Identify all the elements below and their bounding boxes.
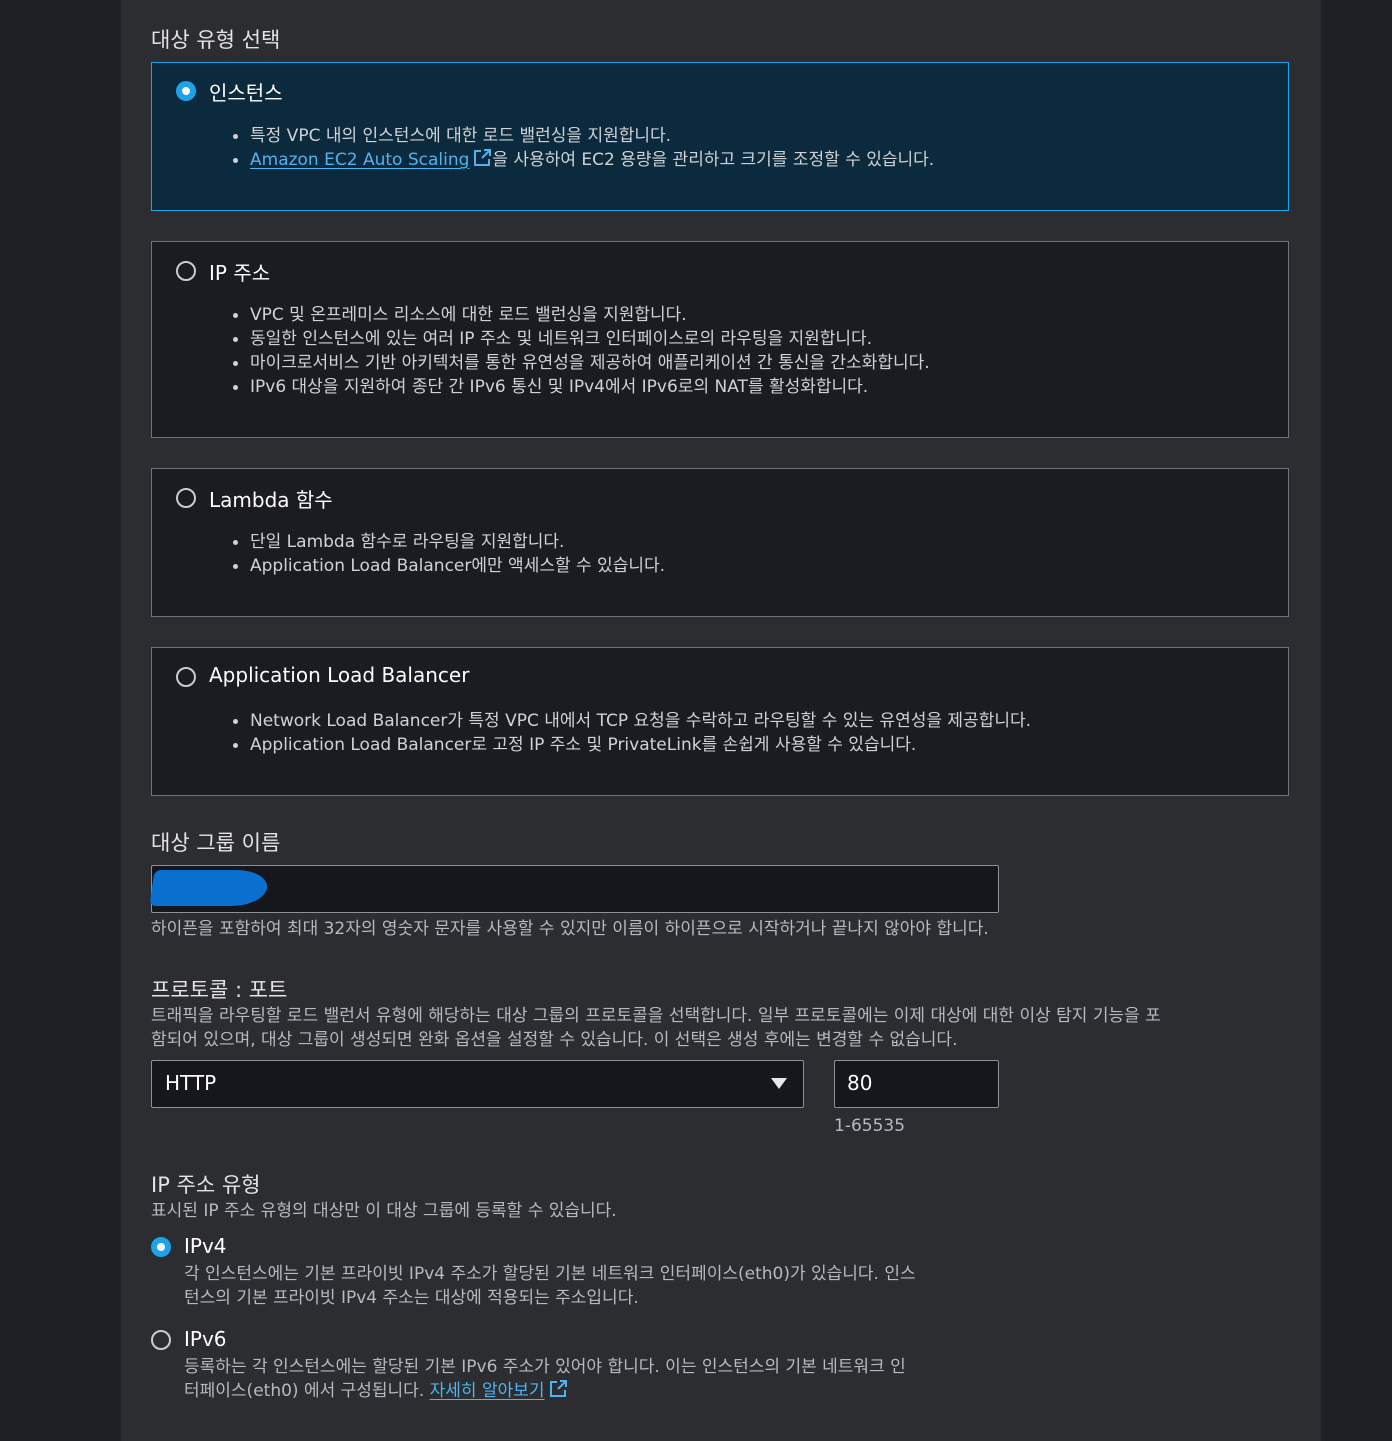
bullet-autoscaling: Amazon EC2 Auto Scaling 을 사용하여 EC2 용량을 관리… [232,148,935,172]
port-value: 80 [847,1071,873,1095]
radio-ipv4[interactable] [151,1237,171,1257]
group-name-input[interactable] [149,865,999,913]
radio-alb[interactable] [176,667,196,687]
caret-down-icon [771,1078,787,1089]
target-type-option-instance[interactable]: 인스턴스 특정 VPC 내의 인스턴스에 대한 로드 밸런싱을 지원합니다. A… [151,62,1289,211]
ipv6-description-line2: 터페이스(eth0) 에서 구성됩니다. 자세히 알아보기 [184,1379,906,1403]
bullet: 마이크로서비스 기반 아키텍처를 통한 유연성을 제공하여 애플리케이션 간 통… [233,353,930,373]
protocol-description-line: 함되어 있으며, 대상 그룹이 생성되면 완화 옵션을 설정할 수 있습니다. … [151,1030,958,1050]
radio-ip[interactable] [176,261,196,281]
bullet: VPC 및 온프레미스 리소스에 대한 로드 밸런싱을 지원합니다. [233,303,930,327]
radio-ipv6[interactable] [151,1330,171,1350]
option-bullets: 단일 Lambda 함수로 라우팅을 지원합니다. Application Lo… [232,530,666,578]
bullet: Application Load Balancer로 고정 IP 주소 및 Pr… [232,733,1031,757]
option-label: Application Load Balancer [209,663,470,687]
learn-more-link[interactable]: 자세히 알아보기 [430,1381,545,1401]
port-range-hint: 1-65535 [834,1116,906,1136]
external-link-icon[interactable] [472,148,492,168]
port-input[interactable]: 80 [834,1060,999,1108]
option-bullets: 특정 VPC 내의 인스턴스에 대한 로드 밸런싱을 지원합니다. Amazon… [232,124,935,172]
option-bullets: VPC 및 온프레미스 리소스에 대한 로드 밸런싱을 지원합니다. 동일한 인… [233,303,930,399]
group-name-help: 하이픈을 포함하여 최대 32자의 영숫자 문자를 사용할 수 있지만 이름이 … [151,919,989,939]
bullet-text: 을 사용하여 EC2 용량을 관리하고 크기를 조정할 수 있습니다. [492,150,935,170]
bullet: Application Load Balancer에만 액세스할 수 있습니다. [232,556,666,576]
bullet: Network Load Balancer가 특정 VPC 내에서 TCP 요청… [232,711,1032,731]
ipv6-description: 등록하는 각 인스턴스에는 할당된 기본 IPv6 주소가 있어야 합니다. 이… [184,1355,906,1403]
redaction-mark [149,870,270,906]
ipv6-description-line: 등록하는 각 인스턴스에는 할당된 기본 IPv6 주소가 있어야 합니다. 이… [184,1357,906,1377]
option-label: 인스턴스 [209,81,283,105]
ipv4-description-line: 턴스의 기본 프라이빗 IPv4 주소는 대상에 적용되는 주소입니다. [184,1288,639,1308]
option-label: Lambda 함수 [209,488,333,512]
target-type-option-alb[interactable]: Application Load Balancer Network Load B… [151,647,1289,796]
protocol-description: 트래픽을 라우팅할 로드 밸런서 유형에 해당하는 대상 그룹의 프로토콜을 선… [151,1004,1161,1052]
protocol-port-heading: 프로토콜 : 포트 [151,978,288,1002]
target-type-heading: 대상 유형 선택 [151,28,281,52]
bullet: IPv6 대상을 지원하여 종단 간 IPv6 통신 및 IPv4에서 IPv6… [233,375,930,399]
bullet: 특정 VPC 내의 인스턴스에 대한 로드 밸런싱을 지원합니다. [232,124,934,148]
external-link-icon[interactable] [548,1379,568,1399]
protocol-value: HTTP [165,1071,217,1095]
target-type-option-lambda[interactable]: Lambda 함수 단일 Lambda 함수로 라우팅을 지원합니다. Appl… [151,468,1289,617]
protocol-description-line: 트래픽을 라우팅할 로드 밸런서 유형에 해당하는 대상 그룹의 프로토콜을 선… [151,1006,1161,1026]
ipv4-description: 각 인스턴스에는 기본 프라이빗 IPv4 주소가 할당된 기본 네트워크 인터… [184,1262,916,1310]
ipv6-description-text: 터페이스(eth0) 에서 구성됩니다. [184,1381,425,1401]
radio-instance[interactable] [176,81,196,101]
target-type-option-ip[interactable]: IP 주소 VPC 및 온프레미스 리소스에 대한 로드 밸런싱을 지원합니다.… [151,241,1289,438]
bullet: 단일 Lambda 함수로 라우팅을 지원합니다. [232,530,665,554]
ip-type-heading: IP 주소 유형 [151,1173,261,1197]
autoscaling-link[interactable]: Amazon EC2 Auto Scaling [250,150,469,170]
ip-type-description: 표시된 IP 주소 유형의 대상만 이 대상 그룹에 등록할 수 있습니다. [151,1201,617,1221]
bullet: 동일한 인스턴스에 있는 여러 IP 주소 및 네트워크 인터페이스로의 라우팅… [233,327,930,351]
ipv4-label[interactable]: IPv4 [184,1234,227,1258]
radio-lambda[interactable] [176,488,196,508]
protocol-select[interactable]: HTTP [151,1060,804,1108]
option-label: IP 주소 [209,261,271,285]
ipv6-label[interactable]: IPv6 [184,1327,227,1351]
group-name-heading: 대상 그룹 이름 [151,831,281,855]
ipv4-description-line: 각 인스턴스에는 기본 프라이빗 IPv4 주소가 할당된 기본 네트워크 인터… [184,1264,916,1284]
option-bullets: Network Load Balancer가 특정 VPC 내에서 TCP 요청… [232,709,1032,757]
